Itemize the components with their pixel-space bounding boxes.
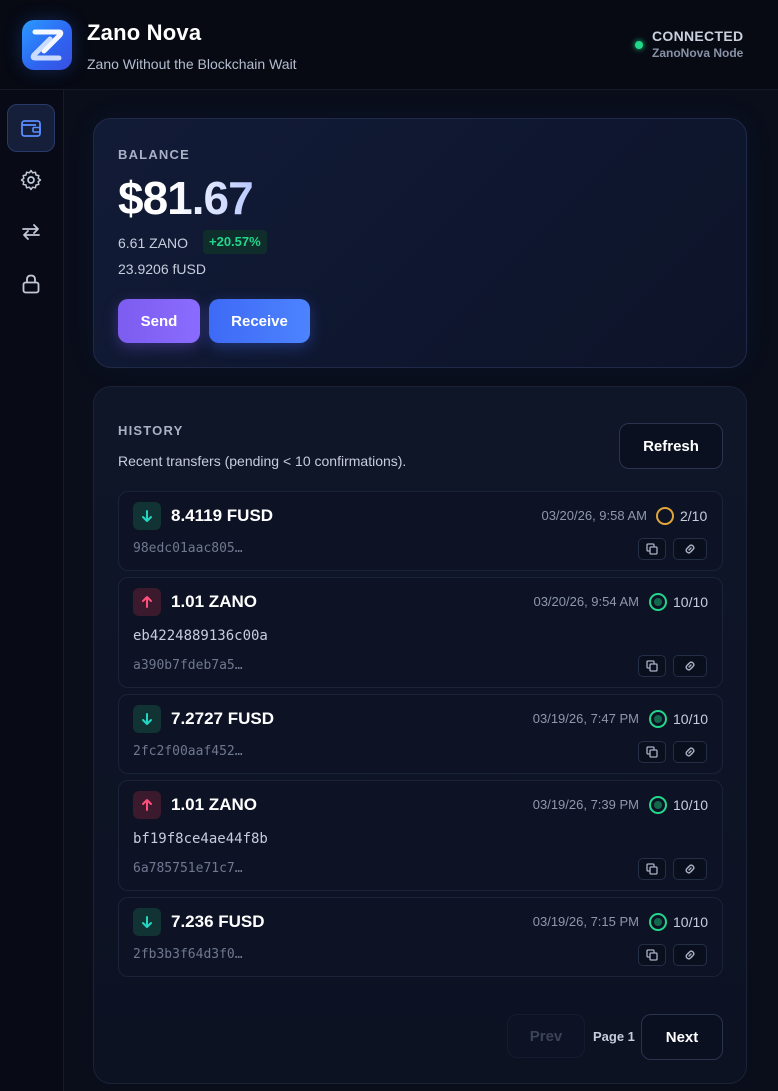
transaction-row[interactable]: 7.2727 FUSD 03/19/26, 7:47 PM 10/10 2fc2… (118, 694, 723, 774)
transaction-date: 03/20/26, 9:54 AM (533, 594, 639, 609)
arrow-down-icon (133, 908, 161, 936)
transaction-row[interactable]: 1.01 ZANO 03/20/26, 9:54 AM 10/10 eb4224… (118, 577, 723, 688)
transaction-amount: 1.01 ZANO (171, 592, 257, 611)
transaction-confirmations: 2/10 (680, 508, 708, 524)
transaction-confirmations: 10/10 (673, 914, 709, 930)
arrow-down-icon (133, 705, 161, 733)
explorer-link-button[interactable] (673, 944, 707, 966)
explorer-link-button[interactable] (673, 741, 707, 763)
zano-logo-icon (22, 20, 72, 70)
sidebar-item-swap[interactable] (7, 208, 55, 256)
send-button[interactable]: Send (118, 299, 200, 343)
copy-button[interactable] (638, 858, 666, 880)
transaction-confirmations: 10/10 (673, 594, 709, 610)
explorer-link-button[interactable] (673, 538, 707, 560)
balance-fusd: 23.9206 fUSD (118, 261, 206, 277)
transaction-date: 03/19/26, 7:47 PM (532, 711, 639, 726)
transaction-memo: eb4224889136c00a (133, 628, 268, 644)
link-icon (685, 864, 695, 874)
link-icon (685, 661, 695, 671)
confirmed-status-icon (649, 796, 667, 814)
transaction-memo: bf19f8ce4ae44f8b (133, 831, 268, 847)
copy-icon (646, 949, 658, 961)
copy-icon (646, 660, 658, 672)
arrow-up-icon (133, 588, 161, 616)
sidebar (0, 90, 64, 1091)
balance-change-badge: +20.57% (203, 230, 267, 254)
arrow-down-icon (133, 502, 161, 530)
copy-button[interactable] (638, 655, 666, 677)
transaction-amount: 1.01 ZANO (171, 795, 257, 814)
explorer-link-button[interactable] (673, 655, 707, 677)
transaction-date: 03/20/26, 9:58 AM (541, 508, 647, 523)
transaction-hash: 2fc2f00aaf452… (133, 744, 243, 759)
balance-card: BALANCE $81.67 6.61 ZANO +20.57% 23.9206… (93, 118, 747, 368)
balance-zano: 6.61 ZANO (118, 235, 189, 251)
transaction-amount: 7.236 FUSD (171, 912, 265, 931)
balance-label: BALANCE (118, 147, 190, 162)
page-indicator: Page 1 (593, 1029, 635, 1044)
transaction-confirmations: 10/10 (673, 797, 709, 813)
link-icon (685, 544, 695, 554)
transaction-row[interactable]: 8.4119 FUSD 03/20/26, 9:58 AM 2/10 98edc… (118, 491, 723, 571)
link-icon (685, 747, 695, 757)
transaction-row[interactable]: 1.01 ZANO 03/19/26, 7:39 PM 10/10 bf19f8… (118, 780, 723, 891)
lock-icon (22, 274, 40, 294)
history-card: HISTORY Recent transfers (pending < 10 c… (93, 386, 747, 1084)
transaction-hash: 6a785751e71c7… (133, 861, 243, 876)
transaction-amount: 7.2727 FUSD (171, 709, 274, 728)
pending-status-icon (656, 507, 674, 525)
link-icon (685, 950, 695, 960)
confirmed-status-icon (649, 913, 667, 931)
copy-icon (646, 863, 658, 875)
receive-button[interactable]: Receive (209, 299, 310, 343)
transaction-hash: 98edc01aac805… (133, 541, 243, 556)
connection-node: ZanoNova Node (652, 46, 744, 60)
confirmed-status-icon (649, 593, 667, 611)
copy-icon (646, 543, 658, 555)
confirmed-status-icon (649, 710, 667, 728)
copy-button[interactable] (638, 944, 666, 966)
sidebar-item-settings[interactable] (7, 156, 55, 204)
transaction-row[interactable]: 7.236 FUSD 03/19/26, 7:15 PM 10/10 2fb3b… (118, 897, 723, 977)
transaction-date: 03/19/26, 7:39 PM (532, 797, 639, 812)
sidebar-item-lock[interactable] (7, 260, 55, 308)
copy-button[interactable] (638, 741, 666, 763)
arrow-up-icon (133, 791, 161, 819)
transaction-amount: 8.4119 FUSD (171, 506, 274, 525)
prev-page-button[interactable]: Prev (507, 1014, 585, 1058)
app-title: Zano Nova (87, 20, 202, 45)
connection-status: CONNECTED (652, 28, 744, 44)
copy-button[interactable] (638, 538, 666, 560)
connection-status-dot-icon (635, 41, 643, 49)
refresh-button[interactable]: Refresh (619, 423, 723, 469)
balance-amount: $81.67 (118, 172, 254, 224)
swap-icon (22, 224, 40, 240)
transaction-confirmations: 10/10 (673, 711, 709, 727)
transaction-hash: a390b7fdeb7a5… (133, 658, 243, 673)
app-header: Zano Nova Zano Without the Blockchain Wa… (0, 0, 778, 90)
transaction-date: 03/19/26, 7:15 PM (532, 914, 639, 929)
app-subtitle: Zano Without the Blockchain Wait (87, 56, 297, 72)
gear-icon (20, 169, 42, 191)
history-description: Recent transfers (pending < 10 confirmat… (118, 453, 407, 469)
explorer-link-button[interactable] (673, 858, 707, 880)
transaction-hash: 2fb3b3f64d3f0… (133, 947, 243, 962)
wallet-icon (21, 120, 41, 137)
sidebar-item-wallet[interactable] (7, 104, 55, 152)
next-page-button[interactable]: Next (641, 1014, 723, 1060)
history-label: HISTORY (118, 423, 184, 438)
copy-icon (646, 746, 658, 758)
